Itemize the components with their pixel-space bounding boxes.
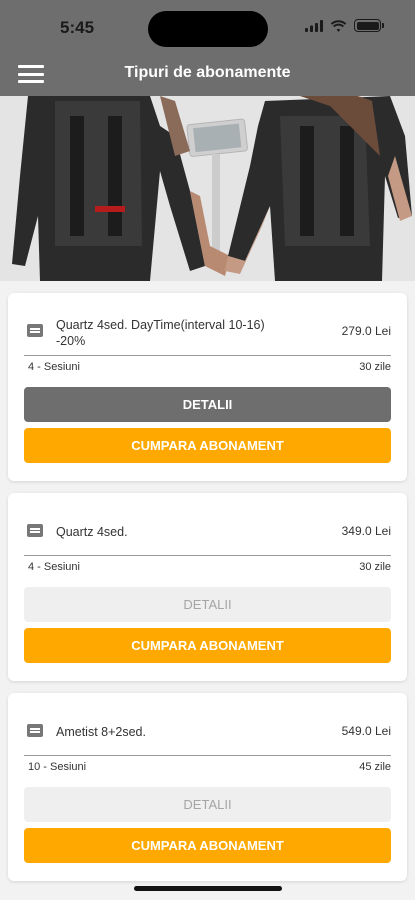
buy-subscription-button[interactable]: CUMPARA ABONAMENT xyxy=(24,428,391,463)
subscription-price: 279.0 Lei xyxy=(341,324,391,338)
fitness-people-image xyxy=(0,96,415,281)
signal-icon xyxy=(305,19,323,32)
nav-bar: Tipuri de abonamente xyxy=(0,54,415,96)
subscription-sessions: 4 - Sesiuni xyxy=(28,561,80,573)
status-icons xyxy=(305,19,384,32)
divider xyxy=(24,555,391,556)
divider xyxy=(24,755,391,756)
dynamic-island xyxy=(148,11,268,47)
app-header: 5:45 Tipuri de abonamente xyxy=(0,0,415,96)
hero-banner-image xyxy=(0,96,415,281)
status-bar: 5:45 xyxy=(0,0,415,54)
card-icon xyxy=(27,324,43,337)
subscription-name: Ametist 8+2sed. xyxy=(56,725,146,739)
subscription-sessions: 4 - Sesiuni xyxy=(28,361,80,373)
divider xyxy=(24,355,391,356)
page-title: Tipuri de abonamente xyxy=(124,64,291,81)
wifi-icon xyxy=(330,19,347,32)
subscription-card: Quartz 4sed. 349.0 Lei 4 - Sesiuni 30 zi… xyxy=(8,493,407,681)
details-button[interactable]: DETALII xyxy=(24,387,391,422)
battery-icon xyxy=(354,19,384,32)
subscription-price: 549.0 Lei xyxy=(341,724,391,738)
subscription-sessions: 10 - Sesiuni xyxy=(28,761,87,773)
card-icon xyxy=(27,724,43,737)
subscription-days: 45 zile xyxy=(359,761,391,773)
subscription-name: Quartz 4sed. DayTime(interval 10-16) -20… xyxy=(56,318,265,348)
card-icon xyxy=(27,524,43,537)
details-button[interactable]: DETALII xyxy=(24,587,391,622)
subscription-card: Ametist 8+2sed. 549.0 Lei 10 - Sesiuni 4… xyxy=(8,693,407,881)
subscription-days: 30 zile xyxy=(359,561,391,573)
subscription-price: 349.0 Lei xyxy=(341,524,391,538)
details-button[interactable]: DETALII xyxy=(24,787,391,822)
subscription-name: Quartz 4sed. xyxy=(56,525,128,539)
home-indicator[interactable] xyxy=(134,886,282,891)
buy-subscription-button[interactable]: CUMPARA ABONAMENT xyxy=(24,828,391,863)
buy-subscription-button[interactable]: CUMPARA ABONAMENT xyxy=(24,628,391,663)
status-time: 5:45 xyxy=(60,18,95,37)
subscription-days: 30 zile xyxy=(359,361,391,373)
subscription-card: Quartz 4sed. DayTime(interval 10-16) -20… xyxy=(8,293,407,481)
